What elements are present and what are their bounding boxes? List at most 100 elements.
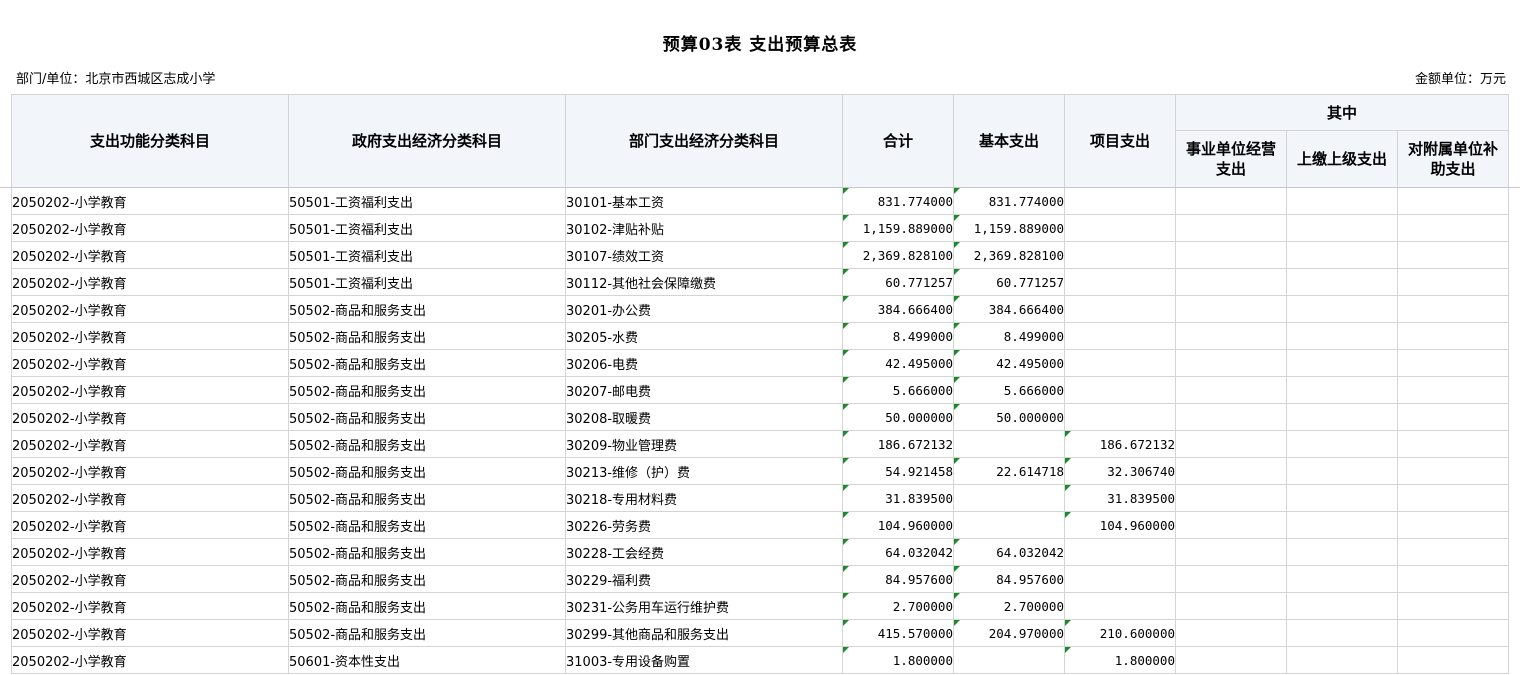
cell-dept-econ-category[interactable]: 30213-维修（护）费 (565, 457, 843, 485)
cell-affiliate-subsidy[interactable] (1397, 295, 1509, 323)
cell-dept-econ-category[interactable]: 30231-公务用车运行维护费 (565, 592, 843, 620)
cell-gov-econ-category[interactable]: 50502-商品和服务支出 (288, 430, 566, 458)
cell-business-expenditure[interactable] (1175, 511, 1287, 539)
cell-gov-econ-category[interactable]: 50601-资本性支出 (288, 646, 566, 674)
cell-func-category[interactable]: 2050202-小学教育 (11, 565, 289, 593)
cell-affiliate-subsidy[interactable] (1397, 214, 1509, 242)
cell-basic-expenditure[interactable]: 2,369.828100 (953, 241, 1065, 269)
cell-func-category[interactable]: 2050202-小学教育 (11, 403, 289, 431)
cell-project-expenditure[interactable] (1064, 322, 1176, 350)
cell-gov-econ-category[interactable]: 50502-商品和服务支出 (288, 511, 566, 539)
cell-gov-econ-category[interactable]: 50502-商品和服务支出 (288, 376, 566, 404)
cell-project-expenditure[interactable]: 186.672132 (1064, 430, 1176, 458)
cell-func-category[interactable]: 2050202-小学教育 (11, 241, 289, 269)
cell-business-expenditure[interactable] (1175, 538, 1287, 566)
cell-dept-econ-category[interactable]: 30107-绩效工资 (565, 241, 843, 269)
cell-project-expenditure[interactable] (1064, 349, 1176, 377)
cell-upper-payment[interactable] (1286, 457, 1398, 485)
cell-business-expenditure[interactable] (1175, 295, 1287, 323)
cell-func-category[interactable]: 2050202-小学教育 (11, 619, 289, 647)
cell-gov-econ-category[interactable]: 50501-工资福利支出 (288, 268, 566, 296)
cell-func-category[interactable]: 2050202-小学教育 (11, 322, 289, 350)
cell-basic-expenditure[interactable]: 64.032042 (953, 538, 1065, 566)
cell-basic-expenditure[interactable]: 204.970000 (953, 619, 1065, 647)
cell-affiliate-subsidy[interactable] (1397, 349, 1509, 377)
cell-func-category[interactable]: 2050202-小学教育 (11, 268, 289, 296)
cell-func-category[interactable]: 2050202-小学教育 (11, 349, 289, 377)
cell-gov-econ-category[interactable]: 50502-商品和服务支出 (288, 457, 566, 485)
cell-upper-payment[interactable] (1286, 430, 1398, 458)
cell-upper-payment[interactable] (1286, 376, 1398, 404)
cell-business-expenditure[interactable] (1175, 565, 1287, 593)
cell-dept-econ-category[interactable]: 31003-专用设备购置 (565, 646, 843, 674)
cell-upper-payment[interactable] (1286, 187, 1398, 215)
cell-gov-econ-category[interactable]: 50502-商品和服务支出 (288, 619, 566, 647)
cell-business-expenditure[interactable] (1175, 619, 1287, 647)
cell-basic-expenditure[interactable] (953, 430, 1065, 458)
cell-affiliate-subsidy[interactable] (1397, 511, 1509, 539)
cell-project-expenditure[interactable]: 1.800000 (1064, 646, 1176, 674)
cell-business-expenditure[interactable] (1175, 349, 1287, 377)
cell-basic-expenditure[interactable]: 831.774000 (953, 187, 1065, 215)
cell-upper-payment[interactable] (1286, 241, 1398, 269)
cell-basic-expenditure[interactable]: 42.495000 (953, 349, 1065, 377)
cell-business-expenditure[interactable] (1175, 376, 1287, 404)
cell-business-expenditure[interactable] (1175, 403, 1287, 431)
cell-func-category[interactable]: 2050202-小学教育 (11, 592, 289, 620)
cell-upper-payment[interactable] (1286, 619, 1398, 647)
cell-affiliate-subsidy[interactable] (1397, 565, 1509, 593)
cell-affiliate-subsidy[interactable] (1397, 241, 1509, 269)
cell-project-expenditure[interactable] (1064, 592, 1176, 620)
cell-total[interactable]: 42.495000 (842, 349, 954, 377)
cell-affiliate-subsidy[interactable] (1397, 457, 1509, 485)
cell-total[interactable]: 64.032042 (842, 538, 954, 566)
cell-upper-payment[interactable] (1286, 565, 1398, 593)
cell-gov-econ-category[interactable]: 50502-商品和服务支出 (288, 592, 566, 620)
cell-total[interactable]: 60.771257 (842, 268, 954, 296)
cell-project-expenditure[interactable] (1064, 403, 1176, 431)
cell-gov-econ-category[interactable]: 50502-商品和服务支出 (288, 295, 566, 323)
cell-basic-expenditure[interactable] (953, 484, 1065, 512)
cell-business-expenditure[interactable] (1175, 430, 1287, 458)
cell-dept-econ-category[interactable]: 30229-福利费 (565, 565, 843, 593)
cell-func-category[interactable]: 2050202-小学教育 (11, 295, 289, 323)
cell-dept-econ-category[interactable]: 30228-工会经费 (565, 538, 843, 566)
cell-affiliate-subsidy[interactable] (1397, 484, 1509, 512)
cell-dept-econ-category[interactable]: 30209-物业管理费 (565, 430, 843, 458)
cell-basic-expenditure[interactable]: 60.771257 (953, 268, 1065, 296)
cell-func-category[interactable]: 2050202-小学教育 (11, 511, 289, 539)
cell-basic-expenditure[interactable]: 84.957600 (953, 565, 1065, 593)
cell-project-expenditure[interactable] (1064, 295, 1176, 323)
cell-basic-expenditure[interactable]: 22.614718 (953, 457, 1065, 485)
cell-affiliate-subsidy[interactable] (1397, 322, 1509, 350)
cell-upper-payment[interactable] (1286, 322, 1398, 350)
cell-business-expenditure[interactable] (1175, 484, 1287, 512)
cell-affiliate-subsidy[interactable] (1397, 619, 1509, 647)
cell-affiliate-subsidy[interactable] (1397, 187, 1509, 215)
cell-func-category[interactable]: 2050202-小学教育 (11, 214, 289, 242)
cell-func-category[interactable]: 2050202-小学教育 (11, 376, 289, 404)
cell-total[interactable]: 54.921458 (842, 457, 954, 485)
cell-upper-payment[interactable] (1286, 214, 1398, 242)
cell-func-category[interactable]: 2050202-小学教育 (11, 457, 289, 485)
cell-dept-econ-category[interactable]: 30201-办公费 (565, 295, 843, 323)
cell-total[interactable]: 31.839500 (842, 484, 954, 512)
cell-upper-payment[interactable] (1286, 538, 1398, 566)
cell-affiliate-subsidy[interactable] (1397, 376, 1509, 404)
cell-func-category[interactable]: 2050202-小学教育 (11, 430, 289, 458)
cell-gov-econ-category[interactable]: 50501-工资福利支出 (288, 241, 566, 269)
cell-business-expenditure[interactable] (1175, 646, 1287, 674)
cell-total[interactable]: 831.774000 (842, 187, 954, 215)
cell-dept-econ-category[interactable]: 30206-电费 (565, 349, 843, 377)
cell-total[interactable]: 5.666000 (842, 376, 954, 404)
cell-project-expenditure[interactable] (1064, 214, 1176, 242)
cell-upper-payment[interactable] (1286, 646, 1398, 674)
cell-total[interactable]: 50.000000 (842, 403, 954, 431)
cell-project-expenditure[interactable] (1064, 565, 1176, 593)
cell-affiliate-subsidy[interactable] (1397, 646, 1509, 674)
cell-dept-econ-category[interactable]: 30226-劳务费 (565, 511, 843, 539)
cell-total[interactable]: 2.700000 (842, 592, 954, 620)
cell-gov-econ-category[interactable]: 50501-工资福利支出 (288, 187, 566, 215)
cell-gov-econ-category[interactable]: 50502-商品和服务支出 (288, 349, 566, 377)
cell-project-expenditure[interactable] (1064, 187, 1176, 215)
